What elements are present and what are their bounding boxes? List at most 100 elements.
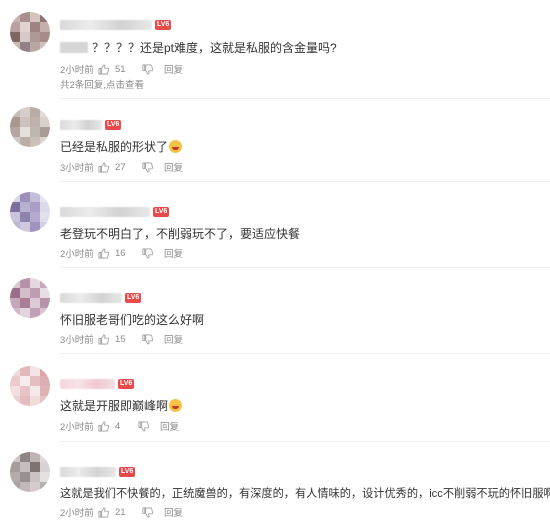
avatar-pixel	[30, 462, 40, 472]
thumbs-up-icon	[98, 334, 109, 344]
like-button[interactable]: 16	[98, 248, 142, 259]
avatar-pixel	[30, 472, 40, 482]
avatar-pixel	[40, 212, 50, 222]
avatar-pixel	[40, 42, 50, 52]
like-button[interactable]: 51	[98, 64, 142, 75]
avatar-pixel	[40, 366, 50, 376]
comment-text: ？？？？还是pt难度，这就是私服的含金量吗?	[92, 41, 337, 55]
avatar-pixel	[30, 192, 40, 202]
dislike-button[interactable]	[142, 507, 164, 518]
avatar-pixel	[20, 298, 30, 308]
thumbs-down-icon	[138, 421, 149, 431]
level-badge: LV6	[105, 120, 122, 130]
avatar-pixel	[10, 107, 20, 117]
username-blurred[interactable]	[60, 379, 115, 389]
dislike-button[interactable]	[142, 64, 164, 75]
username-blurred[interactable]	[60, 293, 122, 303]
username-blurred[interactable]	[60, 120, 102, 130]
comment-text: 这就是开服即巅峰啊	[60, 399, 169, 413]
like-button[interactable]: 4	[98, 421, 138, 432]
reply-button[interactable]: 回复	[164, 62, 183, 76]
avatar-pixel	[40, 386, 50, 396]
avatar-pixel	[20, 386, 30, 396]
comment-text-row: 这就是开服即巅峰啊	[60, 397, 183, 414]
avatar-pixel	[40, 298, 50, 308]
like-count: 16	[115, 247, 126, 259]
avatar-pixel	[10, 137, 20, 147]
thumbs-up-icon	[98, 162, 109, 172]
like-button[interactable]: 27	[98, 162, 142, 173]
comment-text: 已经是私服的形状了	[60, 140, 169, 154]
avatar-pixel	[10, 222, 20, 232]
avatar[interactable]	[10, 452, 50, 492]
dislike-button[interactable]	[142, 248, 164, 259]
divider	[60, 181, 550, 182]
avatar-pixel	[40, 288, 50, 298]
avatar-pixel	[40, 472, 50, 482]
avatar-pixel	[40, 192, 50, 202]
like-count: 21	[115, 506, 126, 518]
reply-button[interactable]: 回复	[164, 160, 183, 174]
like-count: 15	[115, 333, 126, 345]
like-button[interactable]: 15	[98, 334, 142, 345]
avatar-pixel	[20, 117, 30, 127]
avatar-pixel	[40, 107, 50, 117]
comment-text-row: 这就是我们不快餐的，正统魔兽的，有深度的，有人情味的，设计优秀的，icc不削弱不…	[60, 485, 550, 501]
avatar[interactable]	[10, 278, 50, 318]
username-row: LV6	[60, 205, 170, 219]
avatar-pixel	[40, 22, 50, 32]
comment-text: 怀旧服老哥们吃的这么好啊	[60, 313, 205, 327]
avatar[interactable]	[10, 12, 50, 52]
avatar-pixel	[30, 288, 40, 298]
level-badge: LV6	[119, 467, 136, 477]
dislike-button[interactable]	[142, 334, 164, 345]
avatar-pixel	[30, 366, 40, 376]
avatar-pixel	[30, 22, 40, 32]
timestamp: 2小时前	[60, 508, 94, 519]
thumbs-up-icon	[98, 248, 109, 258]
avatar-pixel	[20, 472, 30, 482]
avatar-pixel	[10, 452, 20, 462]
avatar-pixel	[20, 482, 30, 492]
username-blurred[interactable]	[60, 207, 150, 217]
timestamp: 3小时前	[60, 335, 94, 346]
thumbs-up-icon	[98, 64, 109, 74]
avatar[interactable]	[10, 366, 50, 406]
avatar[interactable]	[10, 107, 50, 147]
avatar-pixel	[30, 127, 40, 137]
mention-blurred[interactable]	[60, 42, 88, 53]
level-badge: LV6	[153, 207, 170, 217]
divider	[60, 267, 550, 268]
view-replies-link[interactable]: 点击查看	[106, 80, 144, 91]
username-blurred[interactable]	[60, 467, 116, 477]
divider	[60, 98, 550, 99]
reply-button[interactable]: 回复	[160, 419, 179, 433]
avatar-pixel	[20, 366, 30, 376]
comment-text: 老登玩不明白了，不削弱玩不了，要适应快餐	[60, 227, 301, 241]
reply-button[interactable]: 回复	[164, 246, 183, 260]
avatar-pixel	[20, 137, 30, 147]
avatar-pixel	[30, 376, 40, 386]
dislike-button[interactable]	[138, 421, 160, 432]
avatar-pixel	[10, 192, 20, 202]
comment-text-row: ？？？？还是pt难度，这就是私服的含金量吗?	[60, 39, 337, 56]
avatar-pixel	[30, 298, 40, 308]
avatar-pixel	[20, 107, 30, 117]
avatar-pixel	[10, 32, 20, 42]
avatar[interactable]	[10, 192, 50, 232]
avatar-pixel	[20, 396, 30, 406]
username-blurred[interactable]	[60, 20, 152, 30]
avatar-pixel	[20, 32, 30, 42]
comment-text-row: 已经是私服的形状了	[60, 138, 183, 155]
like-button[interactable]: 21	[98, 507, 142, 518]
action-row: 2小时前 16 回复	[60, 246, 183, 261]
reply-button[interactable]: 回复	[164, 505, 183, 519]
avatar-pixel	[30, 386, 40, 396]
reply-button[interactable]: 回复	[164, 332, 183, 346]
avatar-pixel	[20, 127, 30, 137]
avatar-pixel	[30, 278, 40, 288]
level-badge: LV6	[118, 379, 135, 389]
avatar-pixel	[10, 42, 20, 52]
thumbs-down-icon	[142, 334, 153, 344]
dislike-button[interactable]	[142, 162, 164, 173]
